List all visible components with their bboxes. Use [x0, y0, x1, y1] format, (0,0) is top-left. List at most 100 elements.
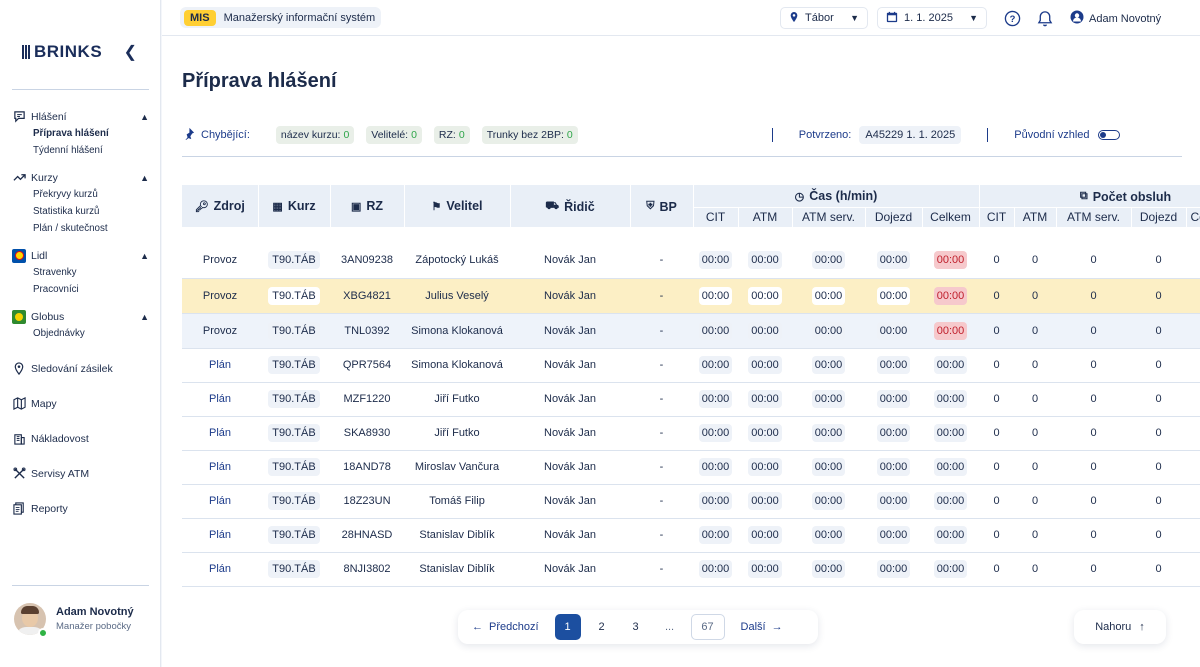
cell-rz: 3AN09238: [330, 243, 404, 279]
nav-label-sledovani: Sledování zásilek: [31, 362, 113, 375]
cell-cas: 00:00: [738, 348, 792, 383]
col-kurz[interactable]: ▦ Kurz: [258, 185, 331, 227]
col-ridic[interactable]: ⛟ Řidič: [510, 185, 631, 227]
col-pocet-atm[interactable]: ATM: [1014, 207, 1057, 227]
missing-chip-rz[interactable]: RZ: 0: [433, 126, 470, 144]
cell-cas: 00:00: [865, 348, 922, 383]
table-row[interactable]: Plán T90.TÁB SKA8930 Jiří Futko Novák Jan -00…: [182, 416, 1200, 451]
col-cas-dojezd[interactable]: Dojezd: [865, 207, 923, 227]
collapse-sidebar-icon[interactable]: ❮: [124, 42, 137, 62]
next-page-button[interactable]: Další →: [741, 621, 783, 633]
missing-label-text: Chybějící:: [201, 129, 250, 141]
cell-cas: 00:00: [693, 313, 738, 349]
nav-item-mapy[interactable]: Mapy: [12, 395, 149, 412]
original-view-toggle[interactable]: Původní vzhled: [1014, 129, 1120, 141]
table-row[interactable]: Plán T90.TÁB QPR7564 Simona Klokanová Novák …: [182, 348, 1200, 383]
col-pocet-dojezd[interactable]: Dojezd: [1131, 207, 1187, 227]
bell-icon[interactable]: [1036, 9, 1054, 27]
divider: [771, 128, 773, 142]
last-page-button[interactable]: 67: [690, 614, 725, 640]
toggle-switch[interactable]: [1097, 130, 1120, 140]
cell-cas: 00:00: [922, 278, 979, 314]
page-1-button[interactable]: 1: [554, 614, 581, 640]
cell-pocet: 0: [979, 313, 1014, 349]
table-row[interactable]: Plán T90.TÁB 8NJI3802 Stanislav Diblík Novák…: [182, 552, 1200, 587]
table-row[interactable]: Plán T90.TÁB 18AND78 Miroslav Vančura Novák …: [182, 450, 1200, 485]
globus-logo-icon: [12, 309, 26, 324]
nav-head-hlaseni[interactable]: Hlášení ▲: [12, 108, 149, 125]
col-pocet-atm-serv[interactable]: ATM serv.: [1056, 207, 1132, 227]
col-cas-celkem[interactable]: Celkem: [922, 207, 980, 227]
table-row[interactable]: Provoz T90.TÁB 3AN09238 Zápotocký Lukáš Nová…: [182, 243, 1200, 279]
cell-cas: 00:00: [922, 552, 979, 587]
time-value: 00:00: [876, 458, 911, 476]
table-row[interactable]: Plán T90.TÁB 18Z23UN Tomáš Filip Novák Jan -0…: [182, 484, 1200, 519]
back-to-top-button[interactable]: Nahoru ↑: [1074, 610, 1166, 644]
col-pocet-cit[interactable]: CIT: [979, 207, 1015, 227]
brinks-logo[interactable]: BRINKS: [22, 42, 102, 62]
chevron-up-icon[interactable]: ▲: [140, 312, 149, 322]
col-cas-atm[interactable]: ATM: [738, 207, 793, 227]
prev-page-button[interactable]: ← Předchozí: [472, 621, 539, 633]
nav-item-pracovnici[interactable]: Pracovníci: [12, 281, 149, 298]
nav-head-kurzy[interactable]: Kurzy ▲: [12, 169, 149, 186]
time-value: 00:00: [748, 390, 782, 408]
location-select[interactable]: Tábor ▼: [780, 7, 868, 29]
date-select[interactable]: 1. 1. 2025 ▼: [877, 7, 987, 29]
col-pocet-celkem[interactable]: Ce: [1186, 207, 1200, 227]
nav-group-hlaseni: Hlášení ▲ Příprava hlášení Týdenní hláše…: [12, 108, 149, 159]
help-icon[interactable]: ?: [1003, 9, 1021, 27]
topbar-user[interactable]: Adam Novotný: [1070, 10, 1161, 27]
missing-chip-nazev-kurzu[interactable]: název kurzu: 0: [275, 126, 355, 144]
missing-chip-trunky[interactable]: Trunky bez 2BP: 0: [481, 126, 578, 144]
page-2-button[interactable]: 2: [589, 614, 615, 640]
missing-chip-velitele[interactable]: Velitelé: 0: [366, 126, 422, 144]
nav-item-plan-skutecnost[interactable]: Plán / skutečnost: [12, 220, 149, 237]
chevron-up-icon[interactable]: ▲: [140, 173, 149, 183]
col-cas-cit[interactable]: CIT: [693, 207, 739, 227]
page-3-button[interactable]: 3: [623, 614, 649, 640]
nav-item-sledovani-zasilek[interactable]: Sledování zásilek: [12, 360, 149, 377]
prev-label: Předchozí: [489, 621, 539, 633]
cell-pocet: 0: [1056, 484, 1131, 519]
time-value: 00:00: [811, 492, 846, 510]
nav-item-tydenni-hlaseni[interactable]: Týdenní hlášení: [12, 142, 149, 159]
time-value: 00:00: [698, 492, 733, 510]
col-zdroj[interactable]: 🔑︎ Zdroj: [182, 185, 259, 227]
table-row[interactable]: Plán T90.TÁB 28HNASD Stanislav Diblík Novák …: [182, 518, 1200, 553]
nav-item-priprava-hlaseni[interactable]: Příprava hlášení: [12, 125, 149, 142]
nav-item-objednavky[interactable]: Objednávky: [12, 325, 149, 342]
col-rz[interactable]: ▣ RZ: [330, 185, 405, 227]
sidebar-user[interactable]: Adam Novotný Manažer pobočky: [14, 603, 134, 635]
nav-item-servisy-atm[interactable]: Servisy ATM: [12, 465, 149, 482]
nav-item-statistika-kurzu[interactable]: Statistika kurzů: [12, 203, 149, 220]
filter-divider: [182, 156, 1182, 157]
time-value: 00:00: [698, 356, 733, 374]
time-value: 00:00: [698, 286, 733, 305]
cell-pocet: 0: [1056, 518, 1131, 553]
map-icon: ▦: [272, 200, 283, 213]
cell-rz: TNL0392: [330, 313, 404, 349]
time-value: 00:00: [748, 492, 782, 510]
col-cas-atm-serv[interactable]: ATM serv.: [792, 207, 866, 227]
chip-label: Velitelé:: [371, 129, 409, 141]
nav-item-reporty[interactable]: Reporty: [12, 500, 149, 517]
col-velitel[interactable]: ⚑ Velitel: [404, 185, 511, 227]
time-value: 00:00: [933, 458, 968, 476]
nav-item-nakladovost[interactable]: Nákladovost: [12, 430, 149, 447]
cell-velitel: Jiří Futko: [404, 382, 510, 417]
chevron-up-icon[interactable]: ▲: [140, 251, 149, 261]
nav-head-lidl[interactable]: Lidl ▲: [12, 247, 149, 264]
nav-head-globus[interactable]: Globus ▲: [12, 308, 149, 325]
cell-pocet-overflow: [1186, 278, 1200, 314]
col-bp[interactable]: ⛨ BP: [630, 185, 694, 227]
chevron-up-icon[interactable]: ▲: [140, 112, 149, 122]
table-row[interactable]: Plán T90.TÁB MZF1220 Jiří Futko Novák Jan -00…: [182, 382, 1200, 417]
confirmed-info: Potvrzeno: A45229 1. 1. 2025: [799, 126, 962, 144]
nav-item-prekryvy-kurzu[interactable]: Překryvy kurzů: [12, 186, 149, 203]
table-row[interactable]: Provoz T90.TÁB XBG4821 Julius Veselý Novák J…: [182, 278, 1200, 314]
table-row[interactable]: Provoz T90.TÁB TNL0392 Simona Klokanová Nová…: [182, 313, 1200, 349]
nav-item-stravenky[interactable]: Stravenky: [12, 264, 149, 281]
cell-cas: 00:00: [693, 382, 738, 417]
cell-zdroj: Provoz: [182, 313, 258, 349]
